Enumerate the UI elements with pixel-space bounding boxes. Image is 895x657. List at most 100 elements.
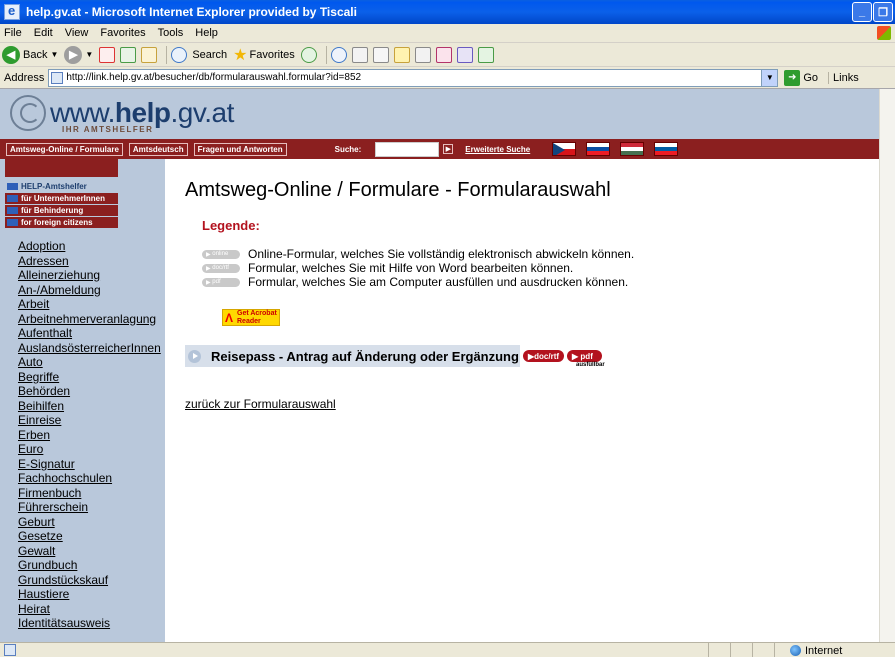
favorites-button[interactable]: ★ Favorites — [233, 45, 295, 65]
topic-link[interactable]: Euro — [18, 442, 161, 457]
folder-icon[interactable] — [393, 46, 410, 63]
zone-label: Internet — [805, 644, 843, 657]
site-search-go-icon[interactable]: ▶ — [443, 144, 454, 154]
topic-link[interactable]: Firmenbuch — [18, 486, 161, 501]
status-pane — [730, 643, 731, 657]
restore-button[interactable]: ❐ — [873, 2, 893, 22]
topic-link[interactable]: Geburt — [18, 515, 161, 530]
topic-link[interactable]: Grundbuch — [18, 558, 161, 573]
back-button[interactable]: ◀ Back ▼ — [2, 45, 58, 64]
menu-tools[interactable]: Tools — [158, 27, 184, 39]
address-input[interactable]: http://link.help.gv.at/besucher/db/formu… — [48, 68, 779, 87]
windows-logo-icon — [877, 26, 891, 40]
back-to-form-selection-link[interactable]: zurück zur Formularauswahl — [185, 397, 875, 411]
star-icon: ★ — [233, 46, 248, 64]
topic-link[interactable]: Begriffe — [18, 370, 161, 385]
research-icon[interactable] — [414, 46, 431, 63]
minimize-button[interactable]: _ — [852, 2, 872, 22]
arrow-icon — [7, 219, 18, 226]
mail-icon[interactable] — [330, 46, 347, 63]
main-content: Amtsweg-Online / Formulare - Formularaus… — [185, 159, 875, 411]
stop-icon[interactable] — [99, 46, 116, 63]
status-pane — [708, 643, 709, 657]
site-nav: Amtsweg-Online / Formulare Amtsdeutsch F… — [0, 139, 879, 159]
back-dropdown-icon[interactable]: ▼ — [50, 50, 58, 59]
topic-link[interactable]: Haustiere — [18, 587, 161, 602]
doc-rtf-download-button[interactable]: ▶ doc/rtf — [523, 350, 565, 362]
flag-hungary-icon[interactable] — [620, 142, 645, 156]
menu-help[interactable]: Help — [195, 27, 218, 39]
flag-czech-icon[interactable] — [552, 142, 577, 156]
refresh-icon[interactable] — [120, 46, 137, 63]
sidebar-item-help[interactable]: HELP-Amtshelfer — [5, 181, 118, 192]
toolbar: ◀ Back ▼ ▶ ▼ Search ★ Favorites — [0, 43, 895, 67]
play-icon — [188, 349, 201, 363]
topic-link[interactable]: Arbeit — [18, 297, 161, 312]
topic-link[interactable]: Aufenthalt — [18, 326, 161, 341]
edit-icon[interactable] — [372, 46, 389, 63]
topic-link[interactable]: Identitätsausweis — [18, 616, 161, 631]
topic-link[interactable]: Behörden — [18, 384, 161, 399]
topic-link[interactable]: Auto — [18, 355, 161, 370]
topic-link[interactable]: Führerschein — [18, 500, 161, 515]
form-entry-box: Reisepass - Antrag auf Änderung oder Erg… — [185, 345, 520, 367]
topic-link[interactable]: AuslandsösterreicherInnen — [18, 341, 161, 356]
topic-link[interactable]: Erben — [18, 428, 161, 443]
nav-formulare[interactable]: Amtsweg-Online / Formulare — [6, 142, 123, 156]
get-acrobat-reader-button[interactable]: Λ Get Acrobat Reader — [222, 309, 280, 326]
discuss-icon[interactable] — [456, 46, 473, 63]
flag-slovakia-icon[interactable] — [586, 142, 611, 156]
back-arrow-icon: ◀ — [2, 45, 20, 64]
sidebar-item-behinderung[interactable]: für Behinderung — [5, 205, 118, 216]
site-search-input[interactable] — [375, 141, 440, 157]
topic-link[interactable]: Gesetze — [18, 529, 161, 544]
topic-link[interactable]: Arbeitnehmerveranlagung — [18, 312, 161, 327]
forward-dropdown-icon[interactable]: ▼ — [85, 50, 93, 59]
topic-link[interactable]: E-Signatur — [18, 457, 161, 472]
topic-link[interactable]: Heirat — [18, 602, 161, 617]
online-badge: ▶ online — [202, 249, 240, 259]
menu-file[interactable]: File — [4, 27, 22, 39]
topic-link[interactable]: Einreise — [18, 413, 161, 428]
logo-mark-icon — [10, 95, 46, 131]
pdf-download-button[interactable]: ▶ pdf — [567, 350, 603, 363]
nav-amtsdeutsch[interactable]: Amtsdeutsch — [128, 142, 188, 156]
links-button[interactable]: Links — [828, 71, 859, 84]
menu-edit[interactable]: Edit — [34, 27, 53, 39]
sidebar-item-foreign[interactable]: for foreign citizens — [5, 217, 118, 228]
print-icon[interactable] — [351, 46, 368, 63]
messenger-icon[interactable] — [435, 46, 452, 63]
topic-link[interactable]: An-/Abmeldung — [18, 283, 161, 298]
topic-link[interactable]: Adressen — [18, 254, 161, 269]
flag-slovenia-icon[interactable] — [654, 142, 679, 156]
home-icon[interactable] — [141, 46, 158, 63]
status-pane — [774, 643, 775, 657]
status-bar: Internet — [0, 642, 895, 657]
window-controls: _ ❐ — [852, 2, 893, 22]
menu-view[interactable]: View — [65, 27, 89, 39]
topic-link[interactable]: Beihilfen — [18, 399, 161, 414]
go-label: Go — [803, 71, 819, 84]
topic-link[interactable]: Grundstückskauf — [18, 573, 161, 588]
vertical-scrollbar[interactable] — [879, 89, 895, 642]
forward-button[interactable]: ▶ ▼ — [64, 45, 93, 64]
go-button[interactable]: ➜ Go — [784, 69, 819, 86]
title-bar: help.gv.at - Microsoft Internet Explorer… — [0, 0, 895, 24]
history-icon[interactable] — [300, 46, 317, 63]
acrobat-icon: Λ — [225, 311, 234, 325]
menu-favorites[interactable]: Favorites — [100, 27, 145, 39]
topic-link[interactable]: Alleinerziehung — [18, 268, 161, 283]
topic-link[interactable]: Adoption — [18, 239, 161, 254]
go-arrow-icon: ➜ — [784, 69, 801, 86]
nav-faq[interactable]: Fragen und Antworten — [193, 142, 287, 156]
address-bar: Address http://link.help.gv.at/besucher/… — [0, 67, 895, 89]
people-icon[interactable] — [477, 46, 494, 63]
forward-arrow-icon: ▶ — [64, 45, 83, 64]
sidebar-banner — [5, 159, 118, 177]
sidebar-item-unternehmer[interactable]: für UnternehmerInnen — [5, 193, 118, 204]
advanced-search-link[interactable]: Erweiterte Suche — [465, 145, 530, 154]
topic-link[interactable]: Fachhochschulen — [18, 471, 161, 486]
address-dropdown-icon[interactable]: ▼ — [761, 69, 778, 86]
topic-link[interactable]: Gewalt — [18, 544, 161, 559]
search-button[interactable]: Search — [171, 46, 227, 63]
